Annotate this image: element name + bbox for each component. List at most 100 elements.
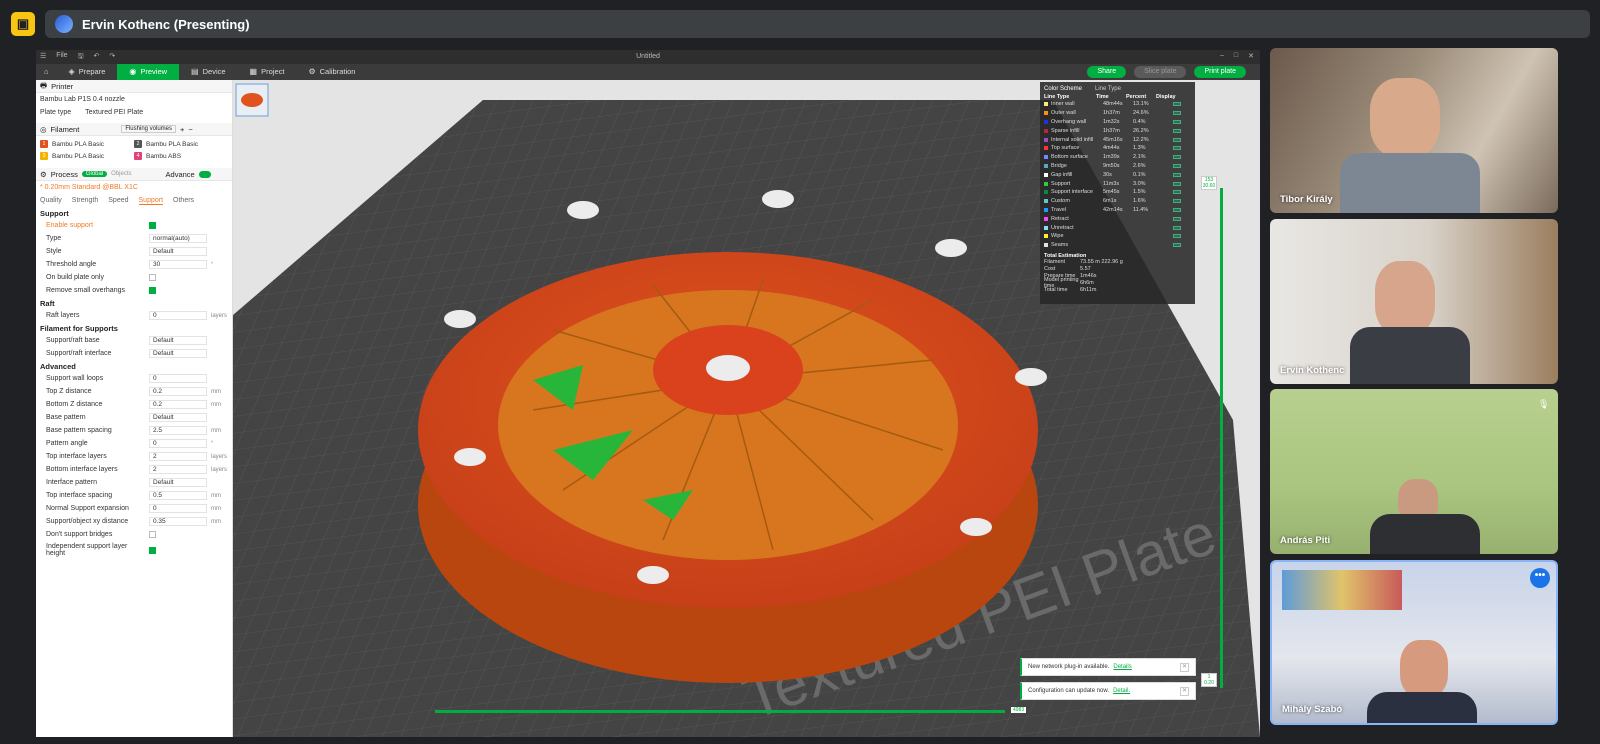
legend-display-toggle[interactable] [1173, 172, 1181, 177]
more-options-icon[interactable]: ••• [1530, 568, 1550, 588]
legend-row: Overhang wall 1m32s 0.4% [1044, 118, 1191, 127]
tab-device[interactable]: ▤ Device [179, 64, 238, 80]
maximize-icon[interactable]: □ [1234, 52, 1238, 60]
legend-display-toggle[interactable] [1173, 234, 1181, 239]
participant-tile[interactable]: ••• Mihály Szabó [1270, 560, 1558, 725]
setting-checkbox[interactable] [149, 531, 156, 538]
subtab-quality[interactable]: Quality [40, 197, 62, 204]
setting-select[interactable]: normal(auto) [149, 234, 207, 243]
setting-input[interactable]: 0.2 [149, 387, 207, 396]
flushing-volumes-button[interactable]: Flushing volumes [121, 125, 176, 133]
move-slider[interactable] [435, 710, 1005, 713]
setting-input[interactable]: 2.5 [149, 426, 207, 435]
setting-input[interactable]: Default [149, 413, 207, 422]
setting-input[interactable]: 0 [149, 439, 207, 448]
setting-input[interactable]: 0.2 [149, 400, 207, 409]
legend-name: Travel [1051, 206, 1067, 213]
layer-bottom-tag[interactable]: 1 0.20 [1201, 673, 1217, 687]
tab-project[interactable]: ▦ Project [238, 64, 297, 80]
setting-checkbox[interactable] [149, 287, 156, 294]
setting-select[interactable]: Default [149, 349, 207, 358]
scheme-select[interactable]: Line Type [1095, 86, 1121, 92]
toast-link[interactable]: Details [1113, 664, 1131, 670]
legend-display-toggle[interactable] [1173, 128, 1181, 133]
setting-input[interactable]: 0 [149, 311, 207, 320]
add-icon[interactable]: + [180, 125, 184, 134]
legend-display-toggle[interactable] [1173, 190, 1181, 195]
setting-select[interactable]: Default [149, 336, 207, 345]
close-icon[interactable]: ✕ [1180, 663, 1189, 672]
legend-display-toggle[interactable] [1173, 102, 1181, 107]
toast-link[interactable]: Detail. [1113, 688, 1130, 694]
minimize-icon[interactable]: – [1220, 52, 1224, 60]
legend-display-toggle[interactable] [1173, 225, 1181, 230]
participant-name: Ervin Kothenc [1280, 365, 1345, 376]
setting-checkbox[interactable] [149, 546, 156, 554]
present-off-icon[interactable]: ▣ [11, 12, 35, 36]
close-icon[interactable]: ✕ [1248, 52, 1254, 60]
home-icon[interactable]: ⌂ [36, 64, 57, 80]
legend-display-toggle[interactable] [1173, 207, 1181, 212]
legend-display-toggle[interactable] [1173, 119, 1181, 124]
subtab-speed[interactable]: Speed [108, 197, 128, 204]
process-global-toggle[interactable]: Global [81, 171, 108, 177]
legend-display-toggle[interactable] [1173, 243, 1181, 248]
legend-display-toggle[interactable] [1173, 137, 1181, 142]
setting-unit: mm [211, 492, 221, 499]
setting-row: Raft layers 0 layers [36, 309, 232, 322]
tab-calibration[interactable]: ⚙ Calibration [296, 64, 367, 80]
close-icon[interactable]: ✕ [1180, 687, 1189, 696]
subtab-others[interactable]: Others [173, 197, 194, 204]
setting-input[interactable]: Default [149, 478, 207, 487]
setting-input[interactable]: 2 [149, 465, 207, 474]
process-preset-select[interactable]: * 0.20mm Standard @BBL X1C [36, 181, 232, 194]
legend-display-toggle[interactable] [1173, 146, 1181, 151]
setting-input[interactable]: 30 [149, 260, 207, 269]
setting-select[interactable]: Default [149, 247, 207, 256]
legend-name: Support interface [1051, 189, 1093, 196]
filament-item[interactable]: 1 Bambu PLA Basic [40, 138, 134, 150]
legend-swatch [1044, 119, 1048, 124]
advance-toggle[interactable] [198, 170, 211, 178]
filament-item[interactable]: 2 Bambu PLA Basic [134, 138, 228, 150]
setting-row: Support wall loops 0 [36, 372, 232, 385]
legend-display-toggle[interactable] [1173, 216, 1181, 221]
layer-top-tag[interactable]: 153 30.60 [1201, 176, 1217, 190]
print-plate-button[interactable]: Print plate [1194, 66, 1246, 78]
process-objects-toggle[interactable]: Objects [111, 171, 131, 177]
setting-label: Support wall loops [46, 375, 104, 382]
legend-display-toggle[interactable] [1173, 163, 1181, 168]
setting-checkbox[interactable] [149, 274, 156, 281]
slice-plate-button[interactable]: Slice plate [1134, 66, 1187, 78]
printer-select[interactable]: Bambu Lab P1S 0.4 nozzle [36, 93, 232, 106]
plate-type-select[interactable]: Textured PEI Plate [85, 109, 143, 116]
enable-support-checkbox[interactable] [149, 222, 156, 229]
legend-swatch [1044, 137, 1048, 142]
share-button[interactable]: Share [1087, 66, 1127, 78]
layer-slider[interactable] [1220, 188, 1223, 688]
participant-video [1370, 78, 1440, 158]
participant-tile[interactable]: Ervin Kothenc [1270, 219, 1558, 384]
participant-tile[interactable]: 🎙 András Piti [1270, 389, 1558, 554]
tab-preview[interactable]: ◉ Preview [117, 64, 180, 80]
legend-display-toggle[interactable] [1173, 181, 1181, 186]
subtab-strength[interactable]: Strength [72, 197, 98, 204]
setting-input[interactable]: 0 [149, 504, 207, 513]
participant-tile[interactable]: Tibor Király [1270, 48, 1558, 213]
remove-icon[interactable]: − [188, 125, 192, 134]
setting-input[interactable]: 0.35 [149, 517, 207, 526]
setting-input[interactable]: 0 [149, 374, 207, 383]
process-section-head: ⚙ Process Global Objects Advance [36, 168, 232, 181]
filament-item[interactable]: 3 Bambu PLA Basic [40, 150, 134, 162]
setting-input[interactable]: 2 [149, 452, 207, 461]
subtab-support[interactable]: Support [138, 197, 164, 205]
legend-display-toggle[interactable] [1173, 111, 1181, 116]
legend-display-toggle[interactable] [1173, 199, 1181, 204]
toast-network-plugin: New network plug-in available. Details ✕ [1020, 658, 1196, 676]
3d-viewport[interactable]: Textured PEI Plate Color Scheme Line Typ… [233, 80, 1260, 737]
legend-row: Support interface 5m45s 1.5% [1044, 188, 1191, 197]
filament-item[interactable]: 4 Bambu ABS [134, 150, 228, 162]
tab-prepare[interactable]: ◈ Prepare [57, 64, 118, 80]
legend-display-toggle[interactable] [1173, 155, 1181, 160]
setting-input[interactable]: 0.5 [149, 491, 207, 500]
